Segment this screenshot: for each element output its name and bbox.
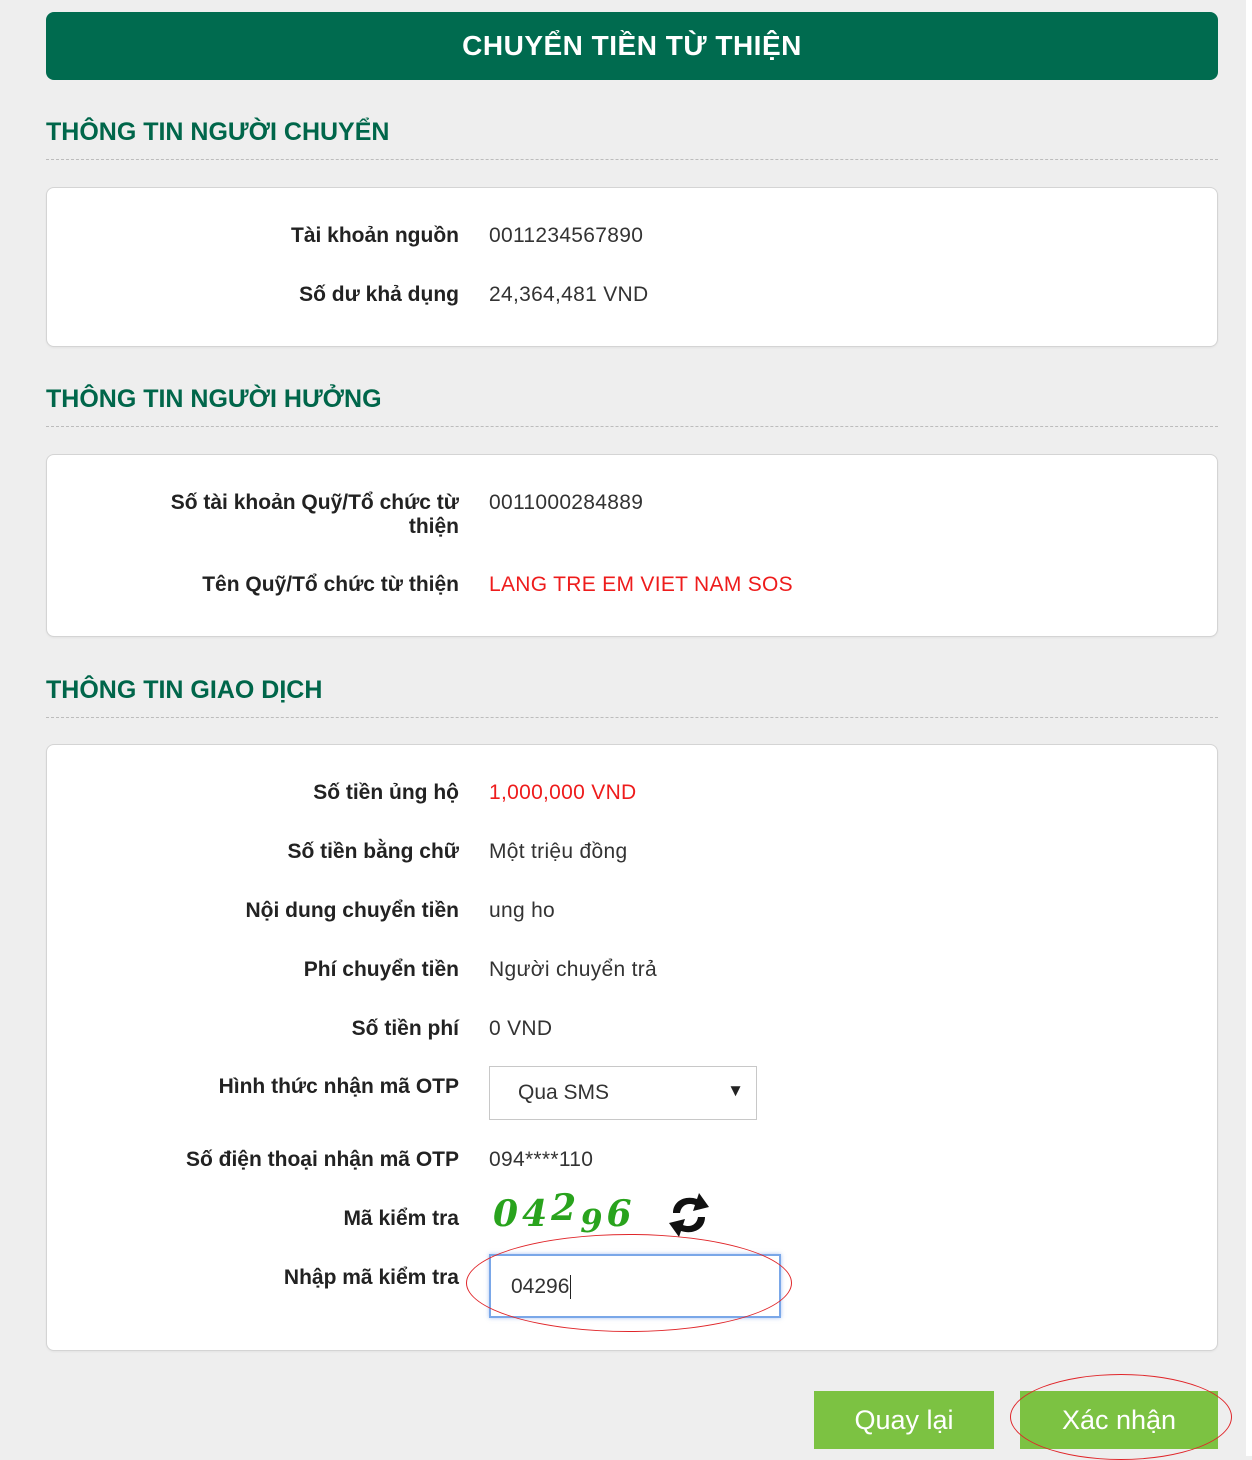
available-balance-label: Số dư khả dụng [299, 283, 459, 306]
captcha-digit: 6 [606, 1193, 636, 1235]
captcha-digit: 9 [580, 1202, 607, 1240]
page-header: CHUYỂN TIỀN TỪ THIỆN [46, 12, 1218, 80]
otp-phone-label: Số điện thoại nhận mã OTP [185, 1148, 459, 1171]
fund-account-label: Số tài khoản Quỹ/Tổ chức từ thiện [119, 491, 459, 539]
refresh-icon[interactable] [667, 1191, 711, 1239]
captcha-input-label: Nhập mã kiểm tra [283, 1266, 459, 1289]
fund-name-label: Tên Quỹ/Tổ chức từ thiện [202, 573, 459, 596]
transaction-section-title: THÔNG TIN GIAO DỊCH [46, 676, 1218, 718]
captcha-image: 04296 [493, 1187, 636, 1240]
chevron-down-icon: ▼ [727, 1081, 744, 1100]
captcha-digit: 4 [522, 1193, 552, 1235]
available-balance-value: 24,364,481 VND [489, 283, 649, 306]
source-account-label: Tài khoản nguồn [291, 224, 459, 247]
refresh-icon-svg [669, 1193, 709, 1237]
fee-amount-value: 0 VND [489, 1017, 553, 1040]
captcha-digit: 0 [493, 1193, 523, 1235]
captcha-label: Mã kiểm tra [343, 1207, 459, 1230]
page-title: CHUYỂN TIỀN TỪ THIỆN [462, 30, 802, 61]
sender-section-title: THÔNG TIN NGƯỜI CHUYỂN [46, 118, 1218, 160]
otp-method-select[interactable]: Qua SMS ▼ [489, 1066, 757, 1120]
transfer-fee-value: Người chuyển trả [489, 958, 658, 981]
otp-phone-value: 094****110 [489, 1148, 594, 1171]
beneficiary-panel: Số tài khoản Quỹ/Tổ chức từ thiện 001100… [46, 454, 1218, 637]
fund-account-label-line2: thiện [408, 515, 459, 538]
captcha-digit: 2 [551, 1187, 581, 1229]
donation-amount-value: 1,000,000 VND [489, 781, 637, 804]
back-button[interactable]: Quay lại [814, 1391, 994, 1449]
text-caret [570, 1275, 572, 1300]
beneficiary-section-title: THÔNG TIN NGƯỜI HƯỞNG [46, 385, 1218, 427]
right-edge [1246, 0, 1252, 1456]
otp-method-label: Hình thức nhận mã OTP [218, 1075, 459, 1098]
transfer-fee-label: Phí chuyển tiền [303, 958, 459, 981]
transaction-panel: Số tiền ủng hộ 1,000,000 VND Số tiền bằn… [46, 744, 1218, 1351]
captcha-input[interactable]: 04296 [489, 1254, 781, 1318]
donation-amount-label: Số tiền ủng hộ [313, 781, 459, 804]
fund-account-value: 0011000284889 [489, 491, 644, 514]
source-account-value: 0011234567890 [489, 224, 644, 247]
fund-name-value: LANG TRE EM VIET NAM SOS [489, 573, 793, 596]
amount-in-words-label: Số tiền bằng chữ [287, 840, 459, 863]
captcha-input-text: 04296 [511, 1275, 570, 1298]
otp-method-selected: Qua SMS [518, 1081, 610, 1104]
captcha-input-value: 04296 [511, 1275, 572, 1300]
transfer-content-label: Nội dung chuyển tiền [245, 899, 460, 922]
confirm-button[interactable]: Xác nhận [1020, 1391, 1218, 1449]
fee-amount-label: Số tiền phí [351, 1017, 459, 1040]
sender-panel: Tài khoản nguồn 0011234567890 Số dư khả … [46, 187, 1218, 347]
amount-in-words-value: Một triệu đồng [489, 840, 628, 863]
fund-account-label-line1: Số tài khoản Quỹ/Tổ chức từ [170, 491, 459, 514]
transfer-content-value: ung ho [489, 899, 556, 922]
